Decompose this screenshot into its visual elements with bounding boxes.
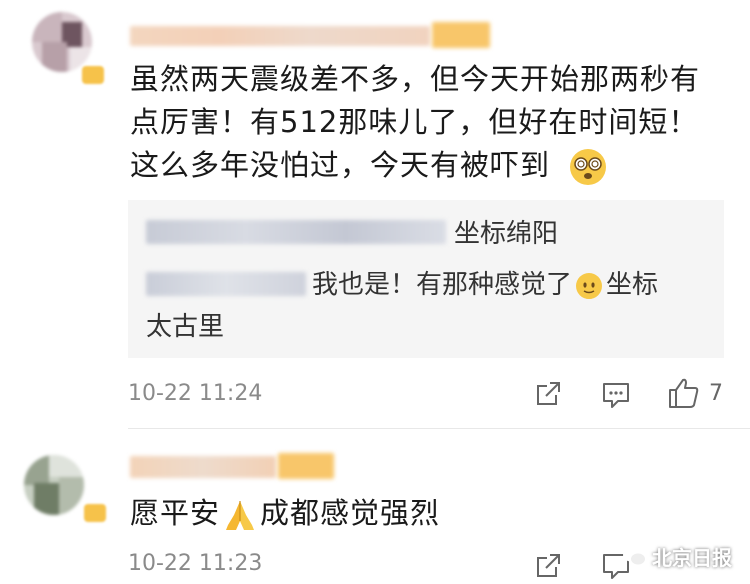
reply-box[interactable]: 坐标绵阳 我也是！有那种感觉了 坐标 太古里 [128, 200, 724, 358]
reply-text: 我也是！有那种感觉了 坐标 [312, 266, 712, 304]
comment-icon[interactable] [601, 381, 631, 413]
like-count: 7 [709, 381, 723, 406]
username-blurred[interactable] [130, 26, 430, 46]
comment-line-text: 这么多年没怕过，今天有被吓到 [130, 148, 551, 182]
comment-line: 这么多年没怕过，今天有被吓到 [130, 144, 730, 187]
slightly-smiling-face-emoji [576, 272, 603, 299]
wechat-icon [622, 547, 646, 567]
dizzy-face-emoji [570, 149, 607, 185]
watermark: 北京日报 [622, 542, 732, 571]
comment-line: 虽然两天震级差不多，但今天开始那两秒有 [130, 62, 701, 96]
reply-username-blurred[interactable] [146, 220, 446, 244]
thumbs-up-icon[interactable] [667, 376, 701, 414]
comment-text: 愿平安 成都感觉强烈 [130, 492, 690, 535]
avatar-image [32, 12, 92, 72]
reply-text-part: 我也是！有那种感觉了 [312, 270, 573, 300]
vip-badge [82, 66, 104, 84]
reply-text: 太古里 [146, 312, 225, 342]
comment-time: 10-22 11:23 [128, 551, 263, 576]
praying-hands-emoji [222, 497, 258, 533]
comment-text: 虽然两天震级差不多，但今天开始那两秒有 点厉害！有512那味儿了，但好在时间短！… [130, 58, 730, 187]
user-level-badge [432, 22, 490, 48]
reply-username-blurred[interactable] [146, 272, 306, 296]
share-icon[interactable] [534, 380, 562, 412]
reply-text: 坐标绵阳 [454, 219, 559, 249]
share-icon[interactable] [534, 552, 562, 584]
avatar-image [24, 455, 84, 515]
divider [128, 428, 750, 429]
comment-text-part: 成都感觉强烈 [260, 496, 441, 530]
comment-time: 10-22 11:24 [128, 381, 263, 406]
avatar[interactable] [32, 12, 92, 72]
username-blurred[interactable] [130, 456, 276, 478]
vip-badge [84, 504, 106, 522]
comment-text-part: 愿平安 [130, 496, 221, 530]
reply-text-part: 坐标 [606, 270, 659, 300]
watermark-text: 北京日报 [652, 546, 732, 570]
comment-line: 点厉害！有512那味儿了，但好在时间短！ [130, 105, 699, 139]
avatar[interactable] [24, 455, 84, 515]
user-level-badge [278, 453, 334, 479]
